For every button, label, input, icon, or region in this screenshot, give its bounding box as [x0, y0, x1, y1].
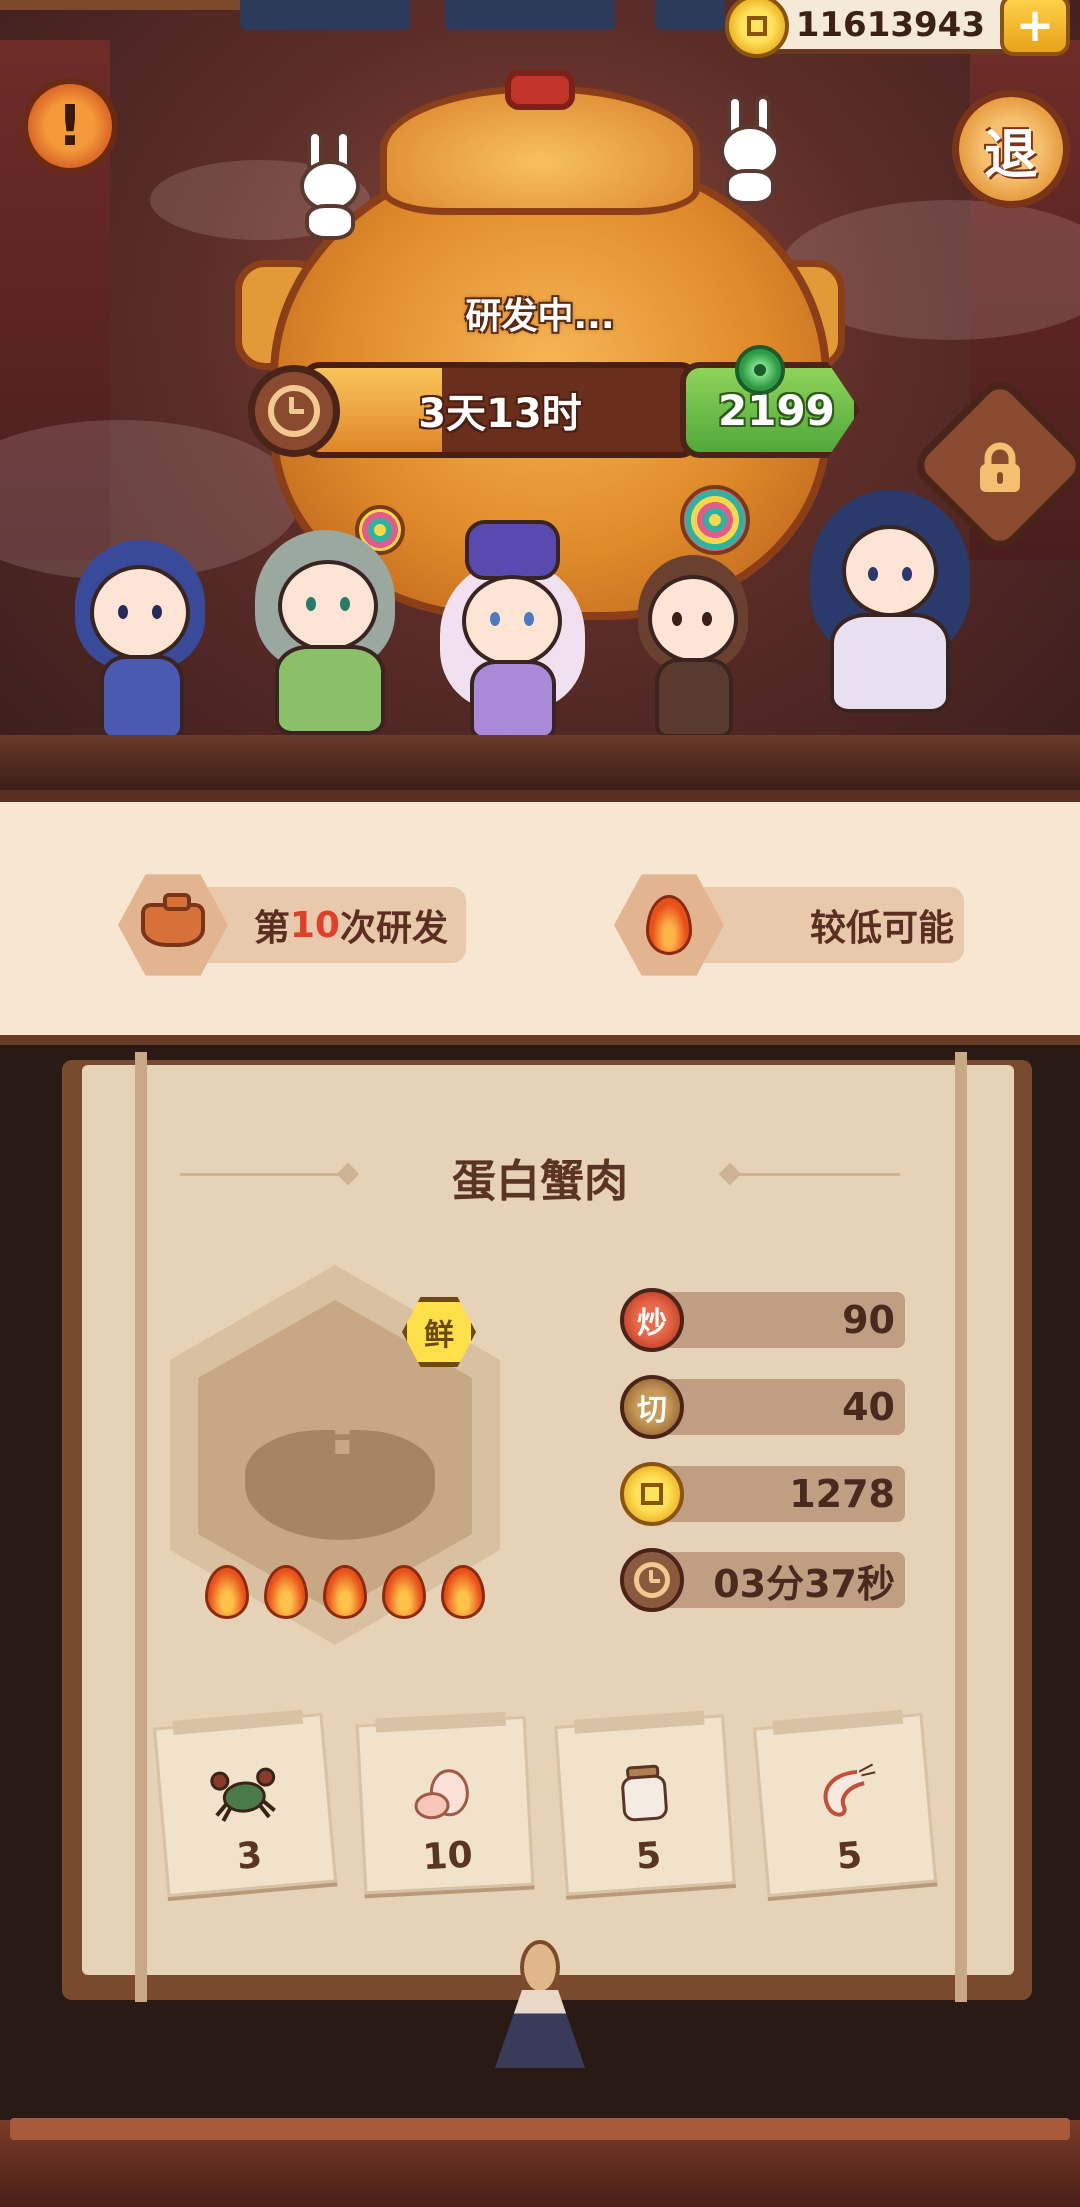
ingredient-jar[interactable]: 5	[554, 1710, 736, 1896]
success-chance-label: 较低可能	[809, 908, 954, 949]
flame-icon	[205, 1565, 249, 1619]
stat-fry: 90 炒	[620, 1288, 905, 1352]
stat-time-value: 03分37秒	[660, 1552, 905, 1608]
jade-currency-icon	[735, 345, 785, 395]
wall-panel	[445, 0, 615, 30]
research-info-strip: 第 10 次研发 较低可能	[0, 790, 1080, 1045]
alert-button[interactable]: !	[22, 78, 118, 174]
stat-cut: 40 切	[620, 1375, 905, 1439]
cut-icon: 切	[620, 1375, 684, 1439]
coin-amount: 11613943	[795, 4, 985, 45]
spiral-candy-icon	[680, 485, 750, 555]
fry-icon: 炒	[620, 1288, 684, 1352]
research-progress-bar: 3天13时	[300, 362, 700, 458]
flame-icon	[264, 1565, 308, 1619]
stat-price-value: 1278	[660, 1466, 905, 1522]
attempt-suffix: 次研发	[339, 908, 448, 949]
ingredient-count: 5	[634, 1835, 663, 1878]
ingredient-shrimp[interactable]: 5	[752, 1709, 938, 1898]
character-scholar[interactable]	[800, 485, 980, 735]
attempt-number: 10	[289, 904, 340, 946]
recipe-name: 蛋白蟹肉	[452, 1156, 628, 1207]
character-astrologer[interactable]	[60, 520, 220, 750]
clock-icon	[248, 365, 340, 457]
ingredient-crab[interactable]: 3	[152, 1709, 338, 1898]
wall-panel	[655, 0, 725, 30]
ingredient-list: 3 10 5 5	[152, 1709, 940, 1910]
speedup-cost: 2199	[718, 385, 835, 435]
stat-fry-value: 90	[660, 1292, 905, 1348]
dish-rating-flames	[205, 1565, 485, 1619]
research-status: 研发中...	[465, 296, 615, 337]
stat-price: 1278	[620, 1462, 905, 1526]
flame-icon	[382, 1565, 426, 1619]
clock-icon	[620, 1548, 684, 1612]
pot-knob	[505, 70, 575, 110]
crab-icon	[210, 1767, 276, 1822]
add-coins-button[interactable]: +	[1000, 0, 1070, 56]
ingredient-egg[interactable]: 10	[355, 1711, 535, 1895]
lock-icon	[980, 442, 1020, 492]
ingredient-count: 5	[835, 1834, 864, 1878]
stat-time: 03分37秒	[620, 1548, 905, 1612]
wall-panel	[240, 0, 410, 30]
exit-button[interactable]: 退	[952, 90, 1070, 208]
bunny-helper-left	[285, 130, 375, 240]
character-jade-sage[interactable]	[240, 505, 410, 745]
jar-icon	[621, 1764, 668, 1822]
bottom-shelf	[10, 2118, 1070, 2140]
scroll-tassel-knot	[520, 1940, 560, 1995]
question-mark-icon: ?	[321, 1380, 369, 1473]
research-time-left: 3天13时	[418, 391, 582, 437]
bunny-helper-right	[705, 95, 795, 205]
stage-floor	[0, 735, 1080, 790]
ingredient-count: 3	[235, 1834, 264, 1878]
character-snow-princess[interactable]	[430, 520, 595, 745]
egg-icon	[414, 1769, 469, 1820]
shrimp-icon	[823, 1763, 876, 1817]
ingredient-count: 10	[421, 1834, 474, 1879]
character-warrior[interactable]	[630, 550, 760, 750]
stat-cut-value: 40	[660, 1379, 905, 1435]
flame-icon	[441, 1565, 485, 1619]
coin-icon	[620, 1462, 684, 1526]
attempt-prefix: 第	[253, 908, 290, 949]
flame-icon	[323, 1565, 367, 1619]
